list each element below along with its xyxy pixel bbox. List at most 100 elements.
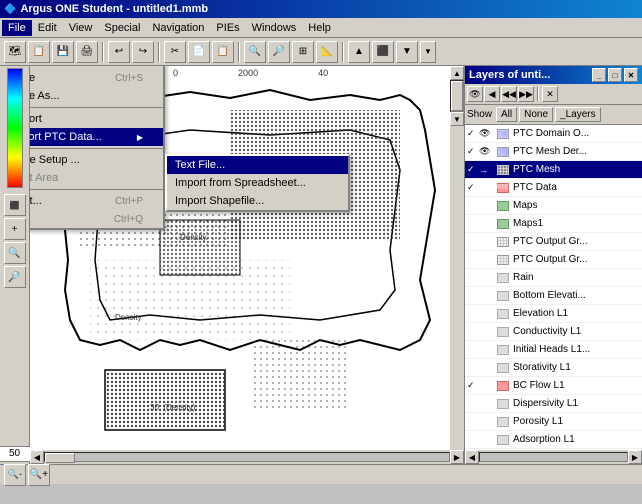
layers-maximize-btn[interactable]: □ — [608, 68, 622, 82]
layers-btn[interactable]: _Layers — [555, 107, 601, 122]
layer-icon-2[interactable]: ◀ — [484, 86, 500, 102]
layer-ptc-output-2[interactable]: PTC Output Gr... — [465, 251, 642, 269]
menu-pies[interactable]: PIEs — [210, 20, 245, 36]
layers-scroll-track[interactable] — [479, 452, 628, 462]
layer-maps1[interactable]: Maps1 — [465, 215, 642, 233]
tool-btn-4[interactable]: 🔎 — [4, 266, 26, 288]
menu-view[interactable]: View — [63, 20, 99, 36]
menu-import[interactable]: Import PTC Data... ▶ — [30, 128, 163, 146]
menu-navigation[interactable]: Navigation — [146, 20, 210, 36]
toolbar-btn-16[interactable]: ▼ — [396, 41, 418, 63]
menu-windows[interactable]: Windows — [246, 20, 303, 36]
toolbar-btn-8[interactable]: 📄 — [188, 41, 210, 63]
layer-icon-bottom-elev — [495, 289, 511, 303]
menu-sep-2 — [30, 107, 163, 108]
toolbar-btn-9[interactable]: 📋 — [212, 41, 234, 63]
h-scroll-thumb[interactable] — [45, 453, 75, 463]
status-bar: 🔍- 🔍+ — [0, 464, 642, 484]
layer-elevation-l1[interactable]: Elevation L1 — [465, 305, 642, 323]
toolbar-btn-15[interactable]: ⬛ — [372, 41, 394, 63]
layer-icon-elevation-l1 — [495, 307, 511, 321]
layer-icon-3[interactable]: ◀◀ — [501, 86, 517, 102]
h-scrollbar[interactable]: ◀ ▶ — [30, 450, 464, 464]
status-zoom-out[interactable]: 🔍- — [4, 464, 26, 486]
scroll-up-btn[interactable]: ▲ — [450, 66, 464, 80]
map-area[interactable]: -2000 0 2000 40 — [30, 66, 464, 464]
menu-save[interactable]: Save Ctrl+S — [30, 69, 163, 87]
menu-export[interactable]: Export — [30, 110, 163, 128]
layer-ptc-data[interactable]: ✓ PTC PTC Data — [465, 179, 642, 197]
menu-quit[interactable]: Quit Ctrl+Q — [30, 210, 163, 228]
menu-printarea[interactable]: Print Area — [30, 169, 163, 187]
layer-dispersivity-l1[interactable]: Dispersivity L1 — [465, 395, 642, 413]
menu-sep-3 — [30, 148, 163, 149]
scroll-left-btn[interactable]: ◀ — [30, 450, 44, 464]
app-title: Argus ONE Student - untitled1.mmb — [20, 3, 208, 15]
layers-close-btn[interactable]: ✕ — [624, 68, 638, 82]
menu-file[interactable]: File — [2, 20, 32, 36]
layer-storativity-l1[interactable]: Storativity L1 — [465, 359, 642, 377]
submenu-shapefile[interactable]: Import Shapefile... — [167, 192, 348, 210]
layer-icon-5[interactable]: ✕ — [542, 86, 558, 102]
none-btn[interactable]: None — [519, 107, 553, 122]
h-scroll-track[interactable] — [44, 452, 450, 462]
layer-name-ptc-output-2: PTC Output Gr... — [513, 254, 587, 265]
menu-help[interactable]: Help — [302, 20, 337, 36]
tool-btn-1[interactable]: ⬛ — [4, 194, 26, 216]
axis-label-40: 40 — [318, 68, 328, 78]
layer-rain[interactable]: Rain — [465, 269, 642, 287]
app-icon: 🔷 — [4, 4, 16, 15]
v-scroll-track[interactable] — [450, 80, 464, 112]
scroll-down-btn[interactable]: ▼ — [450, 112, 464, 126]
all-btn[interactable]: All — [496, 107, 517, 122]
layer-icon-conductivity-l1 — [495, 325, 511, 339]
layers-h-scrollbar[interactable]: ◀ ▶ — [465, 450, 642, 464]
toolbar-btn-2[interactable]: 📋 — [28, 41, 50, 63]
layer-name-ptc-mesh-der: PTC Mesh Der... — [513, 146, 587, 157]
layer-adsorption-l1[interactable]: Adsorption L1 — [465, 431, 642, 449]
layer-ptc-mesh-der[interactable]: ✓ 👁 PTC Mesh Der... — [465, 143, 642, 161]
toolbar-btn-11[interactable]: 🔎 — [268, 41, 290, 63]
layers-list[interactable]: ✓ 👁 PTC Domain O... ✓ 👁 — [465, 125, 642, 450]
submenu-textfile[interactable]: Text File... — [167, 156, 348, 174]
layer-bc-flow-l1[interactable]: ✓ BC Flow L1 — [465, 377, 642, 395]
layer-conductivity-l1[interactable]: Conductivity L1 — [465, 323, 642, 341]
layer-name-ptc-output-1: PTC Output Gr... — [513, 236, 587, 247]
dropdown-btn[interactable]: ▼ — [420, 41, 436, 63]
toolbar-btn-1[interactable]: 🗺 — [4, 41, 26, 63]
menu-pagesetup[interactable]: Page Setup ... — [30, 151, 163, 169]
layers-minimize-btn[interactable]: _ — [592, 68, 606, 82]
tool-btn-3[interactable]: 🔍 — [4, 242, 26, 264]
toolbar-btn-10[interactable]: 🔍 — [244, 41, 266, 63]
toolbar-btn-13[interactable]: 📐 — [316, 41, 338, 63]
layer-initial-heads[interactable]: Initial Heads L1... — [465, 341, 642, 359]
toolbar-btn-12[interactable]: ⊞ — [292, 41, 314, 63]
layer-icon-1[interactable]: 👁 — [467, 86, 483, 102]
toolbar-btn-6[interactable]: ↪ — [132, 41, 154, 63]
layers-scroll-right[interactable]: ▶ — [628, 450, 642, 464]
layer-check-15: ✓ — [467, 380, 479, 391]
v-scroll-thumb[interactable] — [451, 81, 463, 111]
layer-ptc-domain[interactable]: ✓ 👁 PTC Domain O... — [465, 125, 642, 143]
layer-porosity-l1[interactable]: Porosity L1 — [465, 413, 642, 431]
scroll-right-btn[interactable]: ▶ — [450, 450, 464, 464]
layer-ptc-mesh[interactable]: ✓ → PTC Mesh — [465, 161, 642, 179]
layer-bottom-elev[interactable]: Bottom Elevati... — [465, 287, 642, 305]
layer-maps[interactable]: Maps — [465, 197, 642, 215]
status-zoom-in[interactable]: 🔍+ — [28, 464, 50, 486]
menu-print[interactable]: Print... Ctrl+P — [30, 192, 163, 210]
toolbar-btn-14[interactable]: ▲ — [348, 41, 370, 63]
toolbar-btn-4[interactable]: 🖨 — [76, 41, 98, 63]
tool-btn-2[interactable]: + — [4, 218, 26, 240]
layer-icon-4[interactable]: ▶▶ — [518, 86, 534, 102]
toolbar-btn-5[interactable]: ↩ — [108, 41, 130, 63]
layers-scroll-left[interactable]: ◀ — [465, 450, 479, 464]
toolbar-btn-7[interactable]: ✂ — [164, 41, 186, 63]
menu-special[interactable]: Special — [98, 20, 146, 36]
menu-edit[interactable]: Edit — [32, 20, 63, 36]
menu-saveas[interactable]: Save As... — [30, 87, 163, 105]
submenu-spreadsheet[interactable]: Import from Spreadsheet... — [167, 174, 348, 192]
v-scrollbar[interactable]: ▲ ▼ — [450, 66, 464, 450]
toolbar-btn-3[interactable]: 💾 — [52, 41, 74, 63]
layer-ptc-output-1[interactable]: PTC Output Gr... — [465, 233, 642, 251]
